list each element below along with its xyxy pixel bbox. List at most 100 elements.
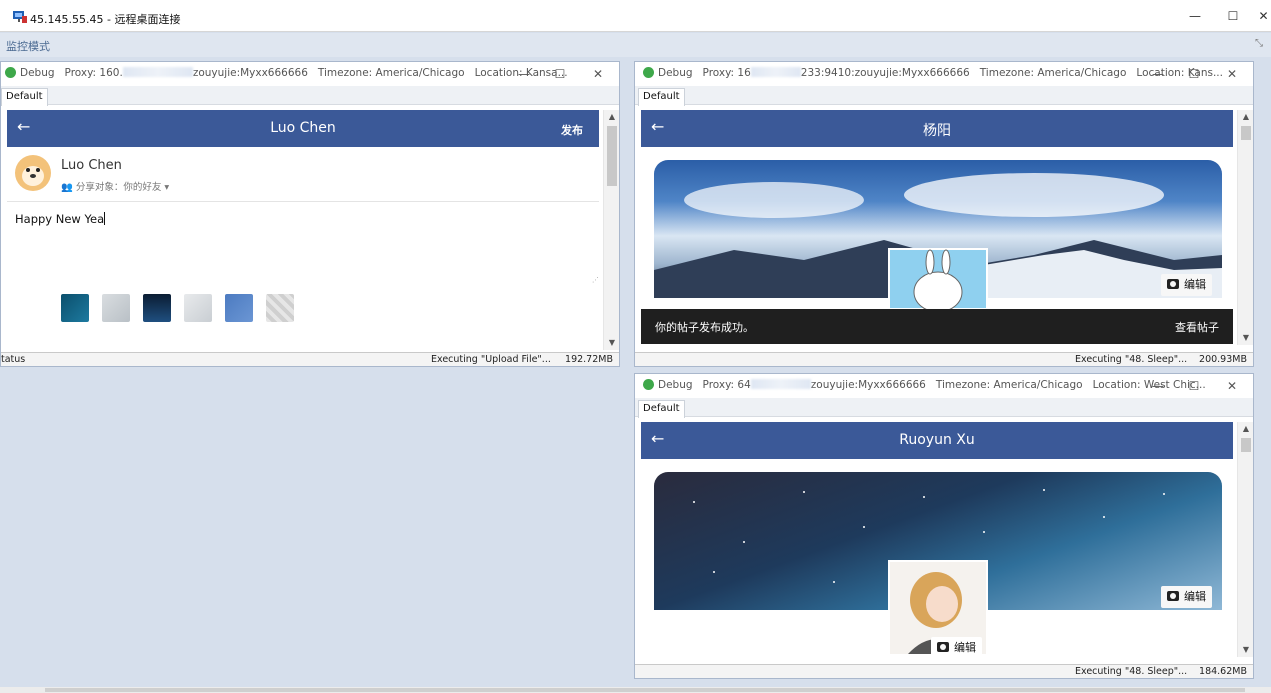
page-title: Luo Chen [270, 120, 336, 136]
vertical-scrollbar[interactable]: ▲ ▼ [1237, 110, 1253, 345]
timezone-label: Timezone: America/Chicago [317, 67, 465, 79]
window-maximize-button[interactable]: ☐ [1181, 377, 1207, 395]
horizontal-scrollbar[interactable] [0, 687, 1271, 693]
page-header: ← 杨阳 [641, 110, 1233, 147]
bg-option-1[interactable] [61, 294, 89, 322]
status-bar: Executing "48. Sleep"... 184.62MB [635, 664, 1253, 678]
resize-grip-icon[interactable]: ⋰ [592, 276, 599, 284]
friends-icon: 👥 [61, 182, 73, 193]
camera-icon [937, 642, 949, 652]
tab-strip: Default [635, 86, 1253, 106]
proxy-credentials: zouyujie:Myxx666666 [192, 67, 308, 79]
rdp-title-bar: 45.145.55.45 - 远程桌面连接 — ☐ ✕ [0, 0, 1271, 32]
page-title: 杨阳 [923, 123, 951, 139]
scroll-thumb[interactable] [1241, 126, 1251, 140]
debug-label: Debug [658, 67, 693, 79]
window-minimize-button[interactable]: — [1145, 65, 1171, 83]
page-header: ← Luo Chen 发布 [7, 110, 599, 147]
proxy-credentials: zouyujie:Myxx666666 [810, 379, 926, 391]
window-minimize-button[interactable]: — [511, 65, 537, 83]
avatar [15, 155, 51, 191]
window-close-button[interactable]: ✕ [585, 65, 611, 83]
status-message: Executing "Upload File"... [431, 354, 551, 365]
expand-icon[interactable]: ⤡ [1255, 38, 1263, 49]
debug-status-icon [5, 67, 16, 78]
status-label: tatus [1, 354, 26, 365]
toast-message: 你的帖子发布成功。 [655, 321, 754, 334]
memory-usage: 200.93MB [1199, 354, 1247, 365]
proxy-redacted [750, 379, 811, 389]
window-titlebar: Debug Proxy: 16 233:9410:zouyujie:Myxx666… [635, 62, 1253, 86]
window-close-button[interactable]: ✕ [1219, 377, 1245, 395]
rdp-minimize-button[interactable]: — [1180, 4, 1210, 28]
scroll-down-icon[interactable]: ▼ [604, 336, 620, 350]
bg-option-2[interactable] [102, 294, 130, 322]
share-audience-label: 分享对象：你的好友 ▾ [75, 182, 170, 193]
camera-icon [1167, 279, 1179, 289]
proxy-redacted [122, 67, 193, 77]
browser-window-2: Debug Proxy: 16 233:9410:zouyujie:Myxx666… [634, 61, 1254, 367]
status-bar: Executing "48. Sleep"... 200.93MB [635, 352, 1253, 366]
bg-option-6[interactable] [266, 294, 294, 322]
vertical-scrollbar[interactable]: ▲ ▼ [603, 110, 619, 350]
horizontal-scroll-thumb[interactable] [45, 688, 1245, 692]
post-text: Happy New Yea [15, 212, 105, 226]
window-close-button[interactable]: ✕ [1219, 65, 1245, 83]
publish-button[interactable]: 发布 [561, 122, 583, 138]
rdp-window-title: 45.145.55.45 - 远程桌面连接 [30, 13, 181, 26]
timezone-label: Timezone: America/Chicago [979, 67, 1127, 79]
edit-cover-button[interactable]: 编辑 [1161, 586, 1212, 608]
window-maximize-button[interactable]: ☐ [547, 65, 573, 83]
tab-strip: Default [1, 86, 619, 106]
monitor-mode-strip: 监控模式 ⤡ [0, 33, 1271, 57]
debug-label: Debug [658, 379, 693, 391]
window-info: Debug Proxy: 160. zouyujie:Myxx666666 Tim… [5, 67, 568, 79]
window-info: Debug Proxy: 64 zouyujie:Myxx666666 Timez… [643, 379, 1206, 391]
divider [7, 201, 599, 202]
share-audience-selector[interactable]: 👥 分享对象：你的好友 ▾ [61, 179, 169, 193]
window-minimize-button[interactable]: — [1145, 377, 1171, 395]
memory-usage: 184.62MB [1199, 666, 1247, 677]
edit-cover-button[interactable]: 编辑 [1161, 274, 1212, 296]
scroll-down-icon[interactable]: ▼ [1238, 643, 1254, 657]
debug-status-icon [643, 67, 654, 78]
tab-default[interactable]: Default [638, 88, 685, 106]
scroll-down-icon[interactable]: ▼ [1238, 331, 1254, 345]
bg-option-5[interactable] [225, 294, 253, 322]
view-post-link[interactable]: 查看帖子 [1175, 319, 1219, 335]
edit-avatar-button[interactable]: 编辑 [931, 637, 982, 659]
debug-label: Debug [20, 67, 55, 79]
profile-picture[interactable] [888, 248, 988, 310]
browser-window-1: Debug Proxy: 160. zouyujie:Myxx666666 Tim… [0, 61, 620, 367]
scroll-up-icon[interactable]: ▲ [604, 110, 620, 124]
edit-label: 编辑 [1184, 278, 1206, 291]
edit-label: 编辑 [954, 641, 976, 654]
scroll-thumb[interactable] [1241, 438, 1251, 452]
author-name: Luo Chen [61, 158, 122, 173]
timezone-label: Timezone: America/Chicago [935, 379, 1083, 391]
proxy-label: Proxy: 160. [64, 67, 123, 79]
rdp-close-button[interactable]: ✕ [1256, 4, 1271, 28]
tab-default[interactable]: Default [638, 400, 685, 418]
vertical-scrollbar[interactable]: ▲ ▼ [1237, 422, 1253, 657]
status-message: Executing "48. Sleep"... [1075, 354, 1188, 365]
post-text-area[interactable]: Happy New Yea [15, 212, 106, 226]
page-header: ← Ruoyun Xu [641, 422, 1233, 459]
tab-default[interactable]: Default [1, 88, 48, 106]
scroll-thumb[interactable] [607, 126, 617, 186]
text-cursor [104, 212, 106, 225]
rdp-maximize-button[interactable]: ☐ [1218, 4, 1248, 28]
status-bar: tatus Executing "Upload File"... 192.72M… [1, 352, 619, 366]
scroll-up-icon[interactable]: ▲ [1238, 422, 1254, 436]
proxy-label: Proxy: 64 [702, 379, 751, 391]
scroll-up-icon[interactable]: ▲ [1238, 110, 1254, 124]
camera-icon [1167, 591, 1179, 601]
proxy-label: Proxy: 16 [702, 67, 751, 79]
bg-option-3[interactable] [143, 294, 171, 322]
monitor-mode-label: 监控模式 [6, 40, 50, 53]
bg-option-4[interactable] [184, 294, 212, 322]
window-titlebar: Debug Proxy: 64 zouyujie:Myxx666666 Timez… [635, 374, 1253, 398]
window-maximize-button[interactable]: ☐ [1181, 65, 1207, 83]
tab-strip: Default [635, 398, 1253, 418]
memory-usage: 192.72MB [565, 354, 613, 365]
